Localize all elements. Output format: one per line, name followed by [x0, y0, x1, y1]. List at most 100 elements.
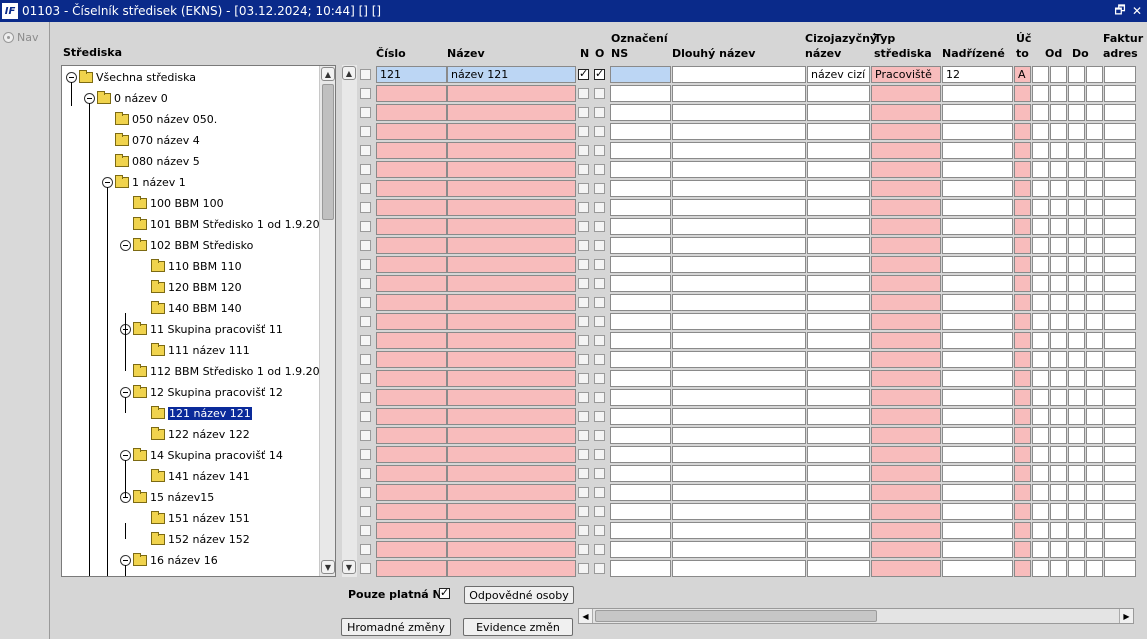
cell-cizojazycny[interactable]: [807, 541, 870, 558]
cell-checkbox-o[interactable]: [594, 240, 605, 251]
cell-oznaceni-ns[interactable]: [610, 446, 671, 463]
tree-node-label[interactable]: 112 BBM Středisko 1 od 1.9.2024: [150, 365, 334, 378]
cell-ucto[interactable]: [1014, 123, 1031, 140]
table-row[interactable]: [342, 350, 1142, 369]
cell-checkbox-o[interactable]: [594, 373, 605, 384]
cell-od[interactable]: [1050, 446, 1067, 463]
cell-nadrizene[interactable]: [942, 503, 1013, 520]
cell-ucto[interactable]: [1014, 446, 1031, 463]
row-select-checkbox[interactable]: [360, 107, 371, 118]
cell-oznaceni-ns[interactable]: [610, 332, 671, 349]
cell-cislo[interactable]: [376, 256, 447, 273]
cell-faktur[interactable]: [1104, 370, 1136, 387]
scroll-right-icon[interactable]: ▶: [1119, 609, 1133, 623]
cell-dlouhy-nazev[interactable]: [672, 560, 806, 577]
tree-node-label[interactable]: 140 BBM 140: [168, 302, 242, 315]
cell-do[interactable]: [1068, 522, 1085, 539]
cell-c14[interactable]: [1086, 85, 1103, 102]
cell-checkbox-o[interactable]: [594, 278, 605, 289]
cell-cislo[interactable]: [376, 389, 447, 406]
table-row[interactable]: [342, 293, 1142, 312]
cell-c11[interactable]: [1032, 560, 1049, 577]
cell-ucto[interactable]: [1014, 484, 1031, 501]
cell-do[interactable]: [1068, 370, 1085, 387]
cell-ucto[interactable]: [1014, 85, 1031, 102]
cell-faktur[interactable]: [1104, 313, 1136, 330]
cell-typ[interactable]: [871, 85, 941, 102]
grid-horizontal-scrollbar[interactable]: ◀ ▶: [578, 608, 1134, 624]
table-row[interactable]: [342, 331, 1142, 350]
table-row[interactable]: [342, 198, 1142, 217]
cell-cislo[interactable]: [376, 142, 447, 159]
tree-node-label[interactable]: 152 název 152: [168, 533, 250, 546]
cell-c11[interactable]: [1032, 161, 1049, 178]
cell-typ[interactable]: [871, 332, 941, 349]
cell-do[interactable]: [1068, 503, 1085, 520]
cell-do[interactable]: [1068, 237, 1085, 254]
cell-nazev[interactable]: [447, 484, 576, 501]
cell-checkbox-o[interactable]: [594, 88, 605, 99]
cell-checkbox-o[interactable]: [594, 544, 605, 555]
cell-cislo[interactable]: [376, 446, 447, 463]
cell-oznaceni-ns[interactable]: [610, 218, 671, 235]
cell-ucto[interactable]: [1014, 389, 1031, 406]
cell-nazev[interactable]: [447, 142, 576, 159]
cell-checkbox-n[interactable]: [578, 544, 589, 555]
cell-checkbox-n[interactable]: [578, 297, 589, 308]
tree-node[interactable]: 050 název 050.: [102, 109, 217, 130]
cell-faktur[interactable]: [1104, 389, 1136, 406]
bulk-changes-button[interactable]: Hromadné změny: [341, 618, 451, 636]
cell-cislo[interactable]: [376, 560, 447, 577]
cell-cizojazycny[interactable]: [807, 123, 870, 140]
cell-faktur[interactable]: [1104, 294, 1136, 311]
cell-nadrizene[interactable]: [942, 522, 1013, 539]
cell-c14[interactable]: [1086, 351, 1103, 368]
cell-c11[interactable]: [1032, 66, 1049, 83]
change-log-button[interactable]: Evidence změn: [463, 618, 573, 636]
cell-do[interactable]: [1068, 313, 1085, 330]
cell-oznaceni-ns[interactable]: [610, 256, 671, 273]
table-row[interactable]: [342, 179, 1142, 198]
tree-node[interactable]: 15 název15: [120, 487, 214, 508]
cell-nadrizene[interactable]: [942, 408, 1013, 425]
cell-dlouhy-nazev[interactable]: [672, 332, 806, 349]
cell-ucto[interactable]: [1014, 104, 1031, 121]
tree-node-label[interactable]: 101 BBM Středisko 1 od 1.9.2024: [150, 218, 334, 231]
cell-dlouhy-nazev[interactable]: [672, 294, 806, 311]
cell-faktur[interactable]: [1104, 541, 1136, 558]
cell-c11[interactable]: [1032, 332, 1049, 349]
cell-typ[interactable]: [871, 199, 941, 216]
cell-cislo[interactable]: [376, 218, 447, 235]
cell-nadrizene[interactable]: 12: [942, 66, 1013, 83]
cell-do[interactable]: [1068, 294, 1085, 311]
table-row[interactable]: [342, 103, 1142, 122]
cell-do[interactable]: [1068, 465, 1085, 482]
cell-typ[interactable]: [871, 161, 941, 178]
cell-c14[interactable]: [1086, 465, 1103, 482]
cell-do[interactable]: [1068, 446, 1085, 463]
cell-c14[interactable]: [1086, 218, 1103, 235]
cell-typ[interactable]: [871, 522, 941, 539]
tree-node[interactable]: 101 BBM Středisko 1 od 1.9.2024: [120, 214, 334, 235]
cell-c14[interactable]: [1086, 541, 1103, 558]
cell-nadrizene[interactable]: [942, 123, 1013, 140]
cell-typ[interactable]: [871, 446, 941, 463]
cell-checkbox-o[interactable]: [594, 506, 605, 517]
cell-nazev[interactable]: [447, 465, 576, 482]
tree-view[interactable]: Všechna střediska 0 název 0 050 název 050.…: [61, 65, 336, 577]
row-select-checkbox[interactable]: [360, 69, 371, 80]
cell-nazev[interactable]: [447, 180, 576, 197]
cell-typ[interactable]: [871, 218, 941, 235]
row-select-checkbox[interactable]: [360, 259, 371, 270]
cell-nadrizene[interactable]: [942, 104, 1013, 121]
cell-od[interactable]: [1050, 522, 1067, 539]
cell-checkbox-o[interactable]: [594, 449, 605, 460]
cell-typ[interactable]: [871, 541, 941, 558]
cell-c11[interactable]: [1032, 275, 1049, 292]
cell-c14[interactable]: [1086, 180, 1103, 197]
tree-node-label[interactable]: 100 BBM 100: [150, 197, 224, 210]
cell-ucto[interactable]: [1014, 142, 1031, 159]
cell-c14[interactable]: [1086, 294, 1103, 311]
cell-typ[interactable]: [871, 313, 941, 330]
cell-checkbox-o[interactable]: [594, 145, 605, 156]
